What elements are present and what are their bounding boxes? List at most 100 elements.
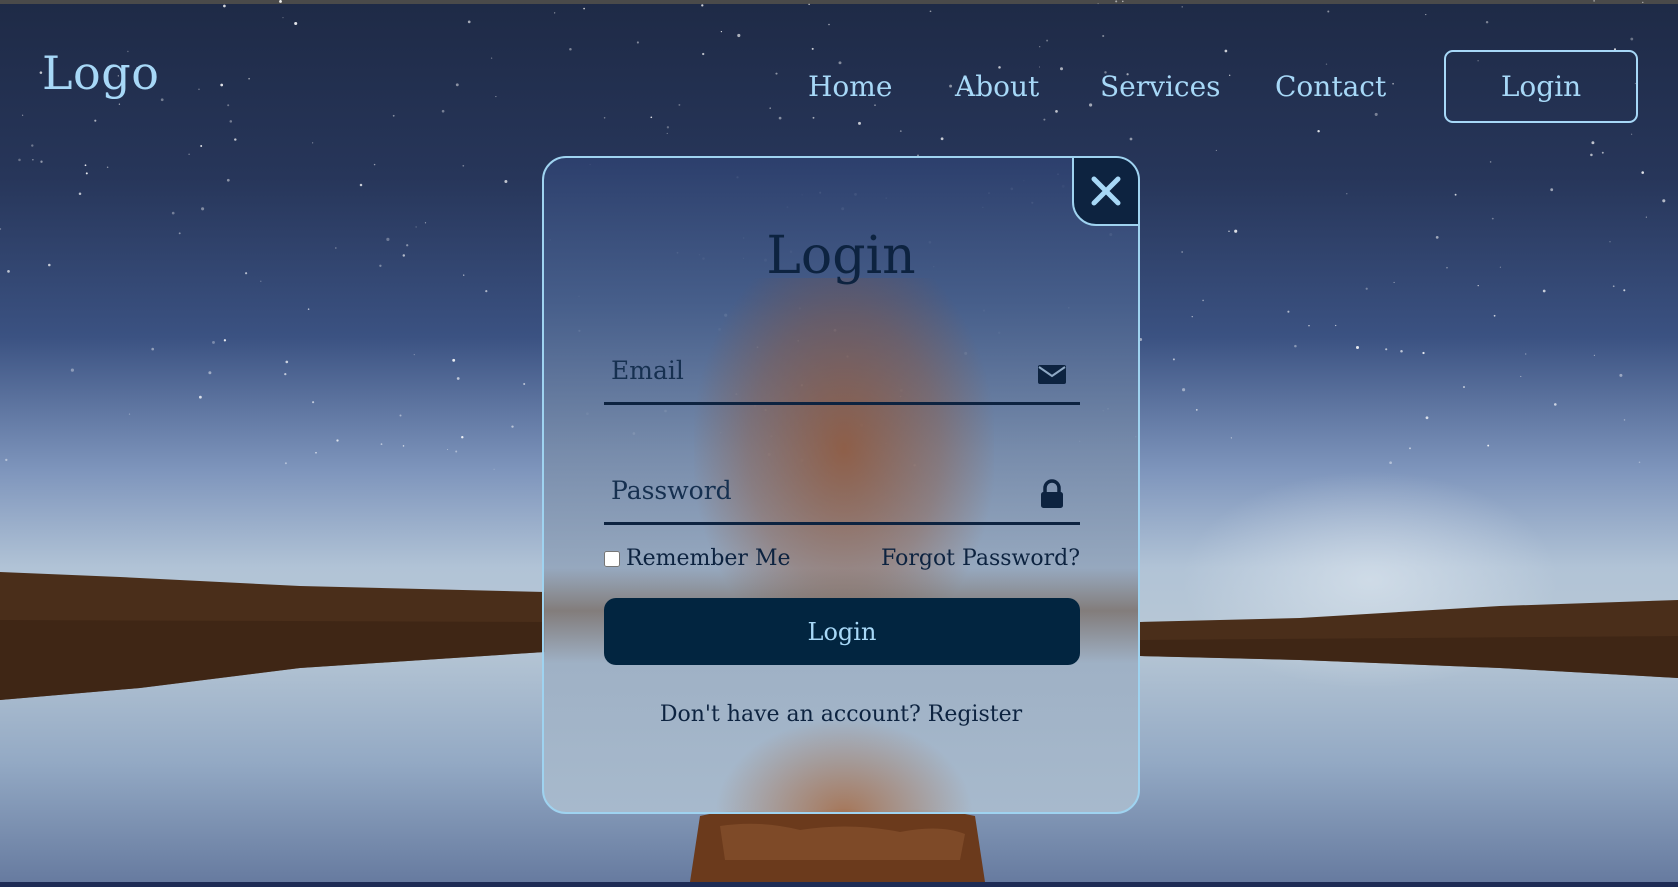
star [1550, 188, 1554, 192]
star [424, 222, 427, 224]
star [373, 163, 376, 166]
star [1172, 358, 1175, 361]
star [201, 207, 205, 211]
star [1393, 281, 1395, 283]
register-link[interactable]: Register [928, 702, 1022, 727]
tree-reflection-highlight [720, 823, 965, 860]
remember-me[interactable]: Remember Me [604, 546, 790, 571]
remember-checkbox[interactable] [604, 550, 620, 567]
star [511, 425, 514, 428]
blur-reflection-shape [714, 718, 974, 812]
star [284, 372, 287, 376]
close-button[interactable] [1072, 158, 1138, 226]
star [234, 138, 237, 141]
star [1287, 310, 1290, 313]
star [413, 353, 415, 356]
star [455, 450, 458, 453]
star [493, 468, 495, 470]
star [462, 164, 465, 167]
header-login-button[interactable]: Login [1444, 50, 1638, 123]
star [1477, 284, 1479, 287]
star [1619, 373, 1623, 377]
nav-about[interactable]: About [955, 70, 1039, 103]
star [1234, 229, 1238, 233]
envelope-icon [1038, 365, 1066, 384]
star [463, 274, 465, 276]
star [260, 280, 262, 282]
star [402, 254, 406, 257]
star [399, 414, 402, 417]
logo[interactable]: Logo [42, 46, 159, 100]
star [359, 183, 363, 187]
star [7, 270, 10, 273]
star [1493, 314, 1496, 317]
star [456, 377, 460, 380]
star [402, 445, 405, 447]
star [666, 132, 668, 134]
star [1612, 285, 1615, 288]
right-treeline-shadow [1140, 636, 1678, 678]
star [1553, 403, 1557, 406]
star [1335, 324, 1337, 327]
star [188, 153, 190, 155]
star [128, 413, 131, 415]
star [199, 395, 202, 399]
star [1489, 161, 1492, 163]
star [1593, 354, 1596, 357]
email-input[interactable] [604, 338, 1024, 402]
login-submit-button[interactable]: Login [604, 598, 1080, 665]
nav-services[interactable]: Services [1100, 70, 1221, 103]
star [1425, 416, 1429, 420]
star [1463, 386, 1465, 388]
nav-contact[interactable]: Contact [1275, 70, 1386, 103]
star [415, 226, 417, 228]
star [379, 264, 382, 267]
star [1346, 193, 1348, 195]
star [1228, 230, 1230, 233]
star [1385, 348, 1388, 351]
star [178, 232, 181, 235]
star [336, 439, 339, 442]
star [84, 164, 87, 167]
star [1542, 289, 1546, 293]
nav-home[interactable]: Home [808, 70, 892, 103]
star [307, 308, 310, 310]
star [1317, 129, 1320, 133]
forgot-password-link[interactable]: Forgot Password? [881, 546, 1080, 571]
star [78, 192, 82, 196]
star [1645, 216, 1647, 218]
star [1181, 251, 1183, 253]
star [1446, 266, 1448, 269]
star [447, 448, 449, 451]
star [1609, 241, 1611, 243]
star [70, 368, 74, 372]
star [1638, 461, 1641, 464]
star [284, 462, 287, 465]
star [32, 159, 34, 161]
star [940, 137, 944, 141]
star [200, 145, 203, 147]
star [312, 142, 314, 144]
star [48, 263, 51, 267]
star [18, 158, 21, 162]
star [523, 382, 526, 386]
star [1630, 133, 1633, 135]
remember-label: Remember Me [626, 546, 791, 571]
star [1355, 345, 1360, 350]
password-input[interactable] [604, 458, 1024, 522]
star [452, 358, 456, 362]
star [171, 211, 175, 215]
star [1294, 344, 1297, 348]
star [1365, 287, 1368, 290]
star [1400, 349, 1403, 353]
star [0, 228, 2, 230]
star [223, 339, 227, 342]
star [1491, 217, 1494, 220]
star [485, 290, 488, 293]
star [504, 180, 508, 183]
star [1601, 151, 1604, 154]
star [1129, 137, 1133, 141]
modal-title: Login [766, 226, 916, 286]
star [1195, 409, 1198, 411]
bottom-border [0, 882, 1678, 887]
